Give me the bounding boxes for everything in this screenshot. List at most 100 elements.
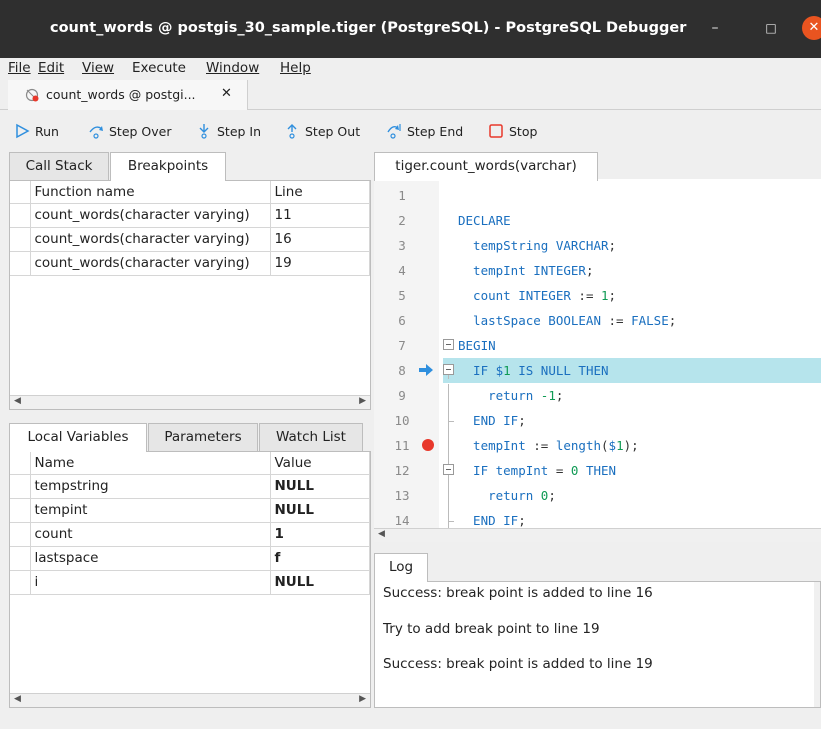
- code-text: lastSpace BOOLEAN := FALSE;: [458, 313, 677, 328]
- variable-value: NULL: [270, 474, 370, 499]
- table-row[interactable]: count 1: [10, 522, 370, 547]
- stop-button[interactable]: Stop: [488, 122, 537, 140]
- tab-call-stack[interactable]: Call Stack: [9, 152, 109, 180]
- maximize-button[interactable]: □: [759, 16, 783, 40]
- status-bar: [0, 712, 821, 729]
- table-row[interactable]: tempint NULL: [10, 498, 370, 523]
- code-text: IF $1 IS NULL THEN: [458, 363, 609, 378]
- log-message: Success: break point is added to line 16: [383, 585, 653, 601]
- table-row[interactable]: count_words(character varying) 16: [10, 227, 370, 252]
- close-tab-icon[interactable]: ✕: [221, 86, 232, 101]
- tab-parameters[interactable]: Parameters: [148, 423, 258, 451]
- line-number: 5: [398, 288, 406, 303]
- debug-toolbar: Run Step Over Step In Step Out Step End …: [0, 110, 821, 150]
- column-function-name[interactable]: Function name: [30, 181, 271, 204]
- step-out-button[interactable]: Step Out: [284, 122, 360, 140]
- code-text: tempInt := length($1);: [458, 438, 639, 453]
- step-over-label: Step Over: [109, 123, 172, 139]
- lower-left-tabs: Local Variables Parameters Watch List: [9, 423, 371, 452]
- debug-icon: [25, 88, 39, 102]
- variable-name: tempstring: [30, 474, 271, 499]
- menu-window-label: Window: [206, 60, 260, 76]
- line-number: 8: [398, 363, 406, 378]
- variable-name: i: [30, 570, 271, 595]
- debugger-document-tab[interactable]: count_words @ postgi... ✕: [8, 80, 248, 110]
- variable-name: tempint: [30, 498, 271, 523]
- step-over-button[interactable]: Step Over: [88, 122, 172, 140]
- tab-breakpoints[interactable]: Breakpoints: [110, 152, 226, 181]
- code-text: tempInt INTEGER;: [458, 263, 594, 278]
- log-message: Try to add break point to line 19: [383, 621, 600, 637]
- current-line-arrow-icon: [419, 364, 433, 376]
- code-line: 14 END IF;: [374, 508, 821, 528]
- column-value[interactable]: Value: [270, 452, 370, 475]
- scroll-right-icon[interactable]: ▶: [359, 396, 366, 406]
- code-line: 12 IF tempInt = 0 THEN: [374, 458, 821, 483]
- table-row[interactable]: count_words(character varying) 19: [10, 251, 370, 276]
- variable-name: lastspace: [30, 546, 271, 571]
- document-tab-label: count_words @ postgi...: [46, 87, 196, 102]
- tab-watch-list[interactable]: Watch List: [259, 423, 363, 451]
- table-row[interactable]: count_words(character varying) 11: [10, 203, 370, 228]
- log-message: Success: break point is added to line 19: [383, 656, 653, 672]
- breakpoints-table: Function name Line count_words(character…: [10, 181, 370, 276]
- scroll-left-icon[interactable]: ◀: [378, 529, 385, 539]
- row-header[interactable]: [10, 522, 31, 547]
- menu-view[interactable]: View: [82, 60, 114, 76]
- row-header[interactable]: [10, 546, 31, 571]
- scroll-left-icon[interactable]: ◀: [14, 396, 21, 406]
- local-variables-panel: Name Value tempstring NULL tempint NULL …: [9, 451, 371, 708]
- close-button[interactable]: ✕: [802, 16, 821, 40]
- row-header[interactable]: [10, 227, 31, 252]
- variable-value: 1: [270, 522, 370, 547]
- run-button[interactable]: Run: [14, 122, 59, 140]
- horizontal-scrollbar[interactable]: ◀ ▶: [10, 395, 370, 409]
- breakpoint-function: count_words(character varying): [30, 251, 271, 276]
- scroll-left-icon[interactable]: ◀: [14, 694, 21, 704]
- line-number: 4: [398, 263, 406, 278]
- scroll-right-icon[interactable]: ▶: [359, 694, 366, 704]
- tab-log[interactable]: Log: [374, 553, 428, 582]
- code-text: END IF;: [458, 413, 526, 428]
- code-editor[interactable]: 1 2 DECLARE 3 tempString VARCHAR; 4 temp…: [374, 179, 821, 528]
- menu-window[interactable]: Window: [206, 60, 259, 76]
- column-name[interactable]: Name: [30, 452, 271, 475]
- menu-edit[interactable]: Edit: [38, 60, 64, 76]
- row-header[interactable]: [10, 498, 31, 523]
- line-number: 6: [398, 313, 406, 328]
- horizontal-scrollbar[interactable]: ◀ ▶: [10, 693, 370, 707]
- code-line: 9 return -1;: [374, 383, 821, 408]
- menu-bar: File Edit View Execute Window Help: [0, 58, 821, 80]
- step-in-button[interactable]: Step In: [196, 122, 261, 140]
- play-icon: [16, 123, 30, 139]
- minimize-button[interactable]: –: [703, 16, 727, 40]
- menu-execute[interactable]: Execute: [132, 60, 186, 76]
- document-tab-bar: count_words @ postgi... ✕: [0, 80, 821, 110]
- row-header[interactable]: [10, 251, 31, 276]
- column-line[interactable]: Line: [270, 181, 370, 204]
- line-number: 1: [398, 188, 406, 203]
- vertical-scrollbar[interactable]: [814, 582, 820, 707]
- breakpoint-icon[interactable]: [422, 439, 434, 451]
- step-end-button[interactable]: Step End: [386, 122, 463, 140]
- menu-file-label: File: [8, 60, 31, 76]
- code-text: IF tempInt = 0 THEN: [458, 463, 617, 478]
- stop-icon: [489, 124, 503, 138]
- editor-horizontal-scrollbar[interactable]: ◀: [374, 528, 821, 542]
- code-text: count INTEGER := 1;: [458, 288, 617, 303]
- row-header[interactable]: [10, 570, 31, 595]
- table-row[interactable]: lastspace f: [10, 546, 370, 571]
- tab-function-source[interactable]: tiger.count_words(varchar): [374, 152, 598, 181]
- menu-help[interactable]: Help: [280, 60, 311, 76]
- log-tabs: Log: [374, 553, 821, 582]
- table-row[interactable]: tempstring NULL: [10, 474, 370, 499]
- editor-tabs: tiger.count_words(varchar): [374, 152, 821, 181]
- table-row[interactable]: i NULL: [10, 570, 370, 595]
- upper-left-tabs: Call Stack Breakpoints: [9, 152, 371, 181]
- code-line: 13 return 0;: [374, 483, 821, 508]
- step-out-label: Step Out: [305, 123, 361, 139]
- menu-file[interactable]: File: [8, 60, 31, 76]
- row-header[interactable]: [10, 474, 31, 499]
- tab-local-variables[interactable]: Local Variables: [9, 423, 147, 452]
- row-header[interactable]: [10, 203, 31, 228]
